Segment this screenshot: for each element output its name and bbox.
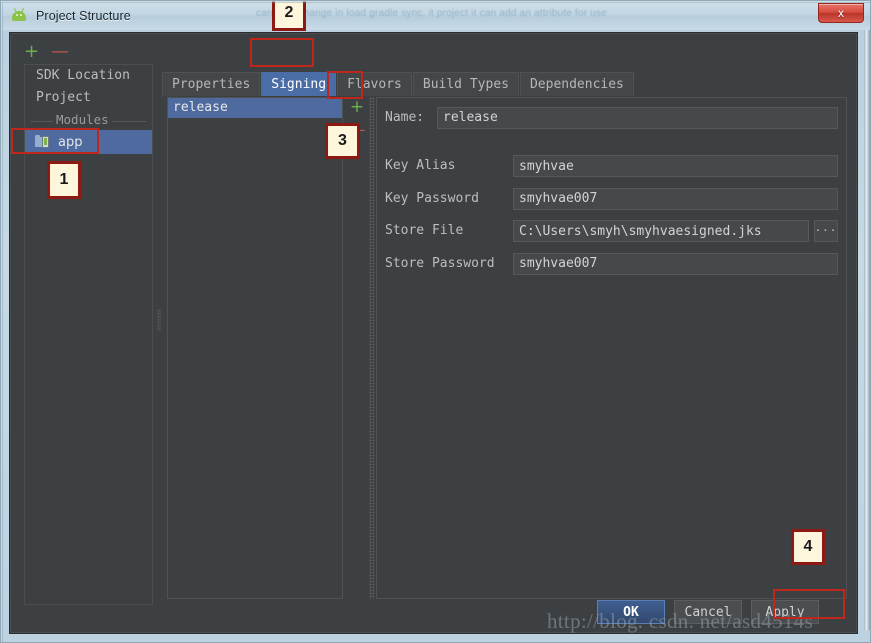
sidebar: SDK Location Project Modules app	[24, 64, 153, 605]
annotation-badge-1: 1	[47, 161, 81, 199]
signing-form: Name: Key Alias Key Password	[376, 97, 847, 599]
close-icon[interactable]: x	[818, 3, 864, 23]
key-password-row: Key Password	[385, 187, 838, 210]
store-password-row: Store Password	[385, 252, 838, 275]
form-splitter[interactable]	[369, 97, 374, 599]
store-file-row: Store File ···	[385, 219, 838, 242]
key-alias-row: Key Alias	[385, 155, 838, 177]
key-alias-input[interactable]	[513, 155, 838, 177]
sidebar-remove-module-icon[interactable]: —	[51, 43, 69, 61]
key-password-input[interactable]	[513, 187, 838, 210]
name-label: Name:	[385, 109, 425, 125]
sidebar-modules-header: Modules	[25, 111, 152, 131]
sidebar-modules-label: Modules	[53, 112, 112, 127]
tab-build-types[interactable]: Build Types	[412, 72, 519, 96]
tab-flavors[interactable]: Flavors	[337, 72, 412, 96]
tab-properties[interactable]: Properties	[162, 72, 261, 96]
add-signing-config-icon[interactable]: +	[350, 97, 364, 117]
title-bar-ghost-text: can help change in load gradle sync, it …	[256, 8, 608, 19]
sidebar-item-project[interactable]: Project	[25, 87, 152, 109]
name-input[interactable]	[437, 106, 838, 129]
store-password-label: Store Password	[385, 255, 495, 271]
title-bar: Project Structure can help change in loa…	[1, 1, 870, 30]
window-title: Project Structure	[36, 8, 131, 23]
android-studio-icon	[10, 7, 28, 25]
watermark: http://blog. csdn. net/asd4514s	[547, 609, 813, 633]
annotation-badge-3: 3	[325, 123, 360, 159]
store-password-input[interactable]	[513, 252, 838, 275]
dialog-body: + — SDK Location Project Modules app Pro…	[9, 32, 858, 634]
key-password-label: Key Password	[385, 190, 479, 206]
store-file-input[interactable]	[513, 220, 809, 242]
key-alias-label: Key Alias	[385, 158, 456, 174]
annotation-badge-4: 4	[791, 529, 825, 565]
module-folder-icon	[35, 135, 51, 149]
sidebar-item-app[interactable]: app	[25, 130, 152, 154]
list-item[interactable]: release	[168, 98, 342, 118]
tab-signing[interactable]: Signing	[261, 72, 337, 96]
tab-strip: Properties Signing Flavors Build Types D…	[162, 70, 635, 96]
window-right-edge	[864, 30, 870, 630]
sidebar-item-sdk-location[interactable]: SDK Location	[25, 65, 152, 87]
store-file-label: Store File	[385, 223, 464, 239]
sidebar-item-app-label: app	[58, 134, 83, 150]
content-panel: Properties Signing Flavors Build Types D…	[162, 70, 852, 605]
sidebar-toolbar: + —	[24, 41, 154, 63]
tab-dependencies[interactable]: Dependencies	[519, 72, 634, 96]
signing-config-list: release	[167, 97, 343, 599]
name-row: Name:	[385, 106, 838, 129]
sidebar-add-module-icon[interactable]: +	[24, 43, 39, 61]
annotation-badge-2: 2	[272, 1, 306, 31]
project-structure-window: Project Structure can help change in loa…	[0, 0, 871, 643]
browse-store-file-button[interactable]: ···	[814, 219, 838, 242]
